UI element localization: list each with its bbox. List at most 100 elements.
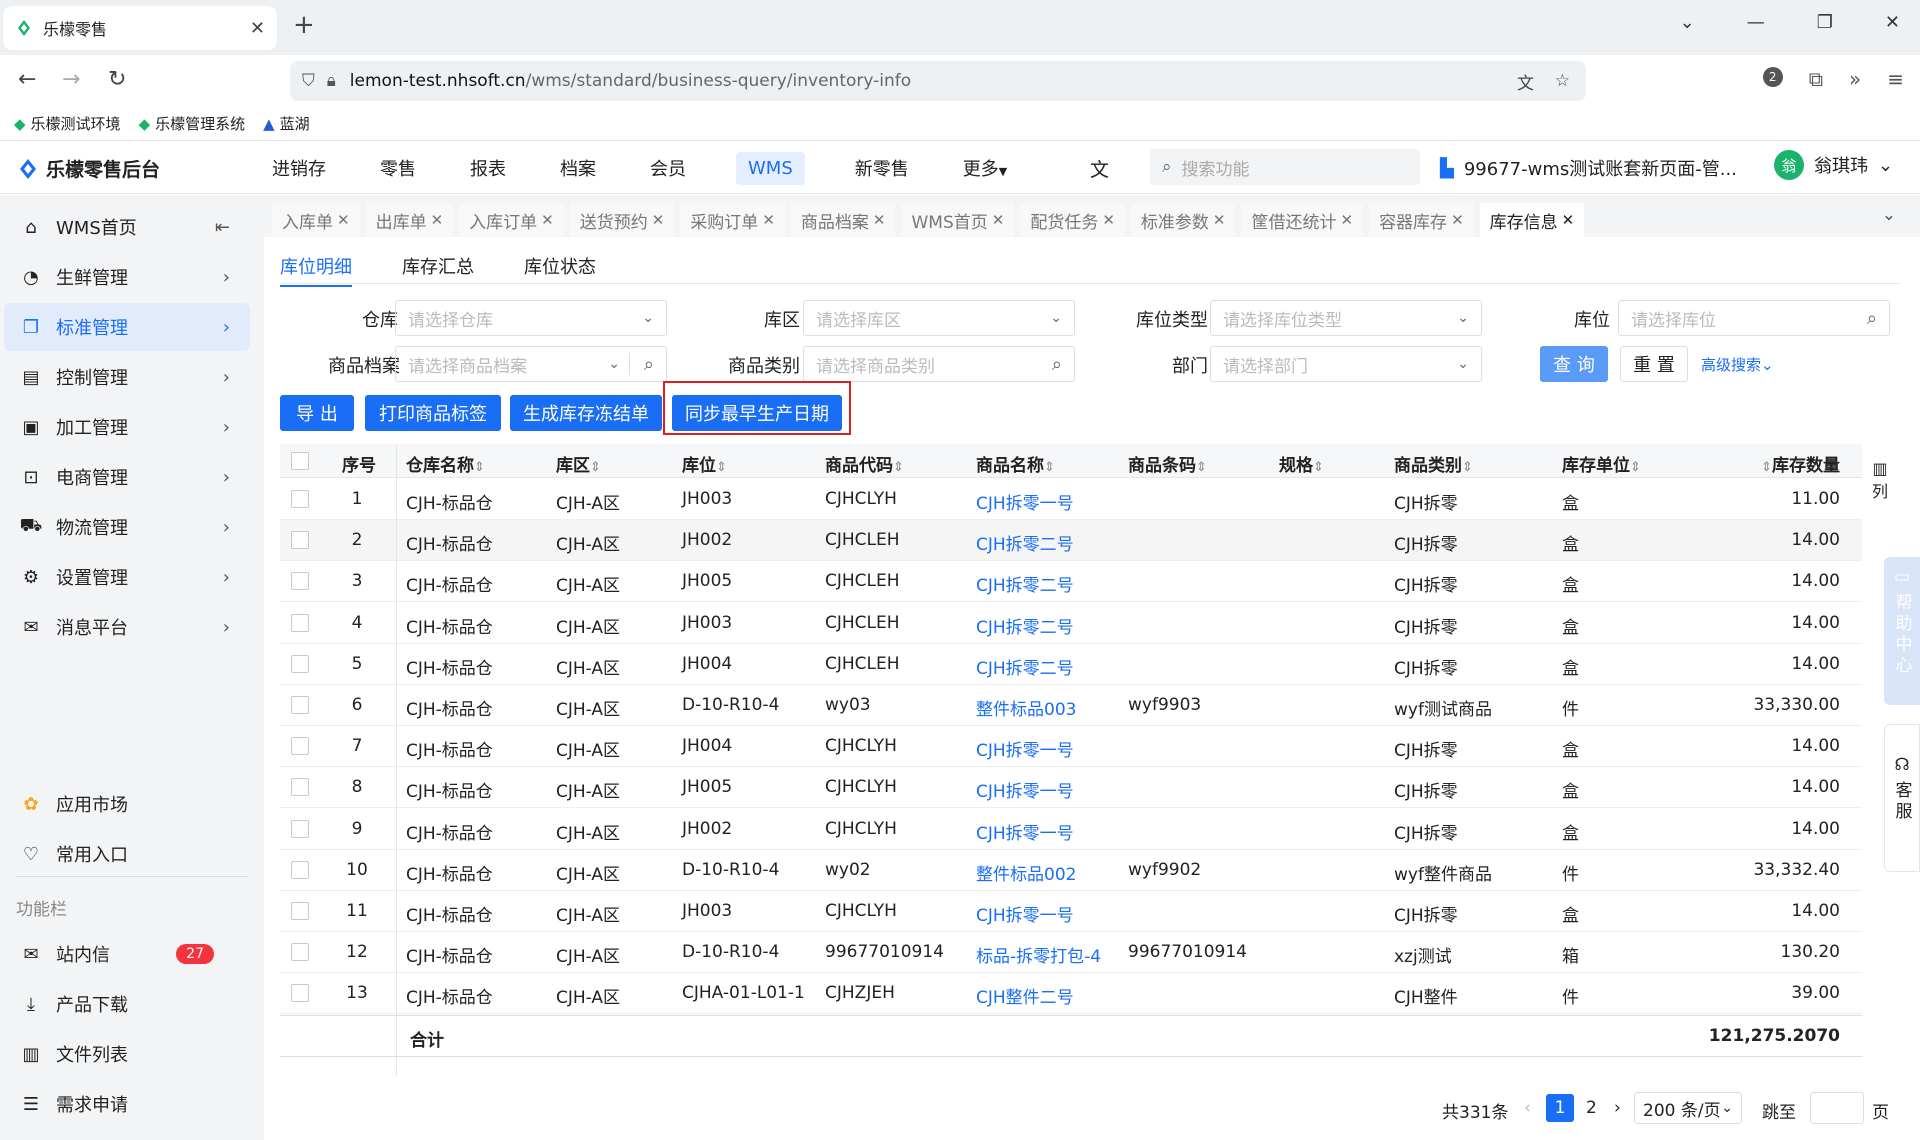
row-checkbox[interactable] [291, 737, 309, 756]
tab-location-status[interactable]: 库位状态 [524, 253, 596, 287]
close-icon[interactable]: ✕ [250, 18, 265, 39]
table-row[interactable]: 9 CJH-标品仓 CJH-A区 JH002 CJHCLYH CJH拆零一号 CJH拆零 盒 1… [280, 809, 1862, 850]
menu-icon[interactable]: ≡ [1887, 67, 1904, 91]
page-tab[interactable]: 入库单 ✕ [272, 203, 360, 237]
table-row[interactable]: 13 CJH-标品仓 CJH-A区 CJHA-01-L01-1 CJHZJEH CJH整件… [280, 973, 1862, 1015]
cell-product-name[interactable]: 标品-拆零打包-4 [976, 942, 1101, 967]
reset-button[interactable]: 重 置 [1620, 346, 1688, 382]
close-icon[interactable]: ✕ [431, 211, 444, 229]
row-checkbox[interactable] [291, 572, 309, 591]
column-settings[interactable]: ▥ 列 [1870, 459, 1890, 502]
back-icon[interactable]: ← [18, 67, 36, 92]
close-icon[interactable]: ✕ [1562, 211, 1575, 229]
row-checkbox[interactable] [291, 778, 309, 797]
prev-page-icon[interactable]: ‹ [1524, 1098, 1531, 1118]
new-tab-icon[interactable]: + [293, 10, 315, 40]
column-header[interactable]: 库区⇕ [556, 451, 601, 476]
page-tab[interactable]: 容器库存 ✕ [1369, 203, 1474, 237]
page-tab[interactable]: 出库单 ✕ [365, 203, 454, 237]
close-icon[interactable]: ✕ [1451, 211, 1464, 229]
row-checkbox[interactable] [291, 902, 309, 920]
table-row[interactable]: 5 CJH-标品仓 CJH-A区 JH004 CJHCLEH CJH拆零二号 CJH拆零 盒 1… [280, 644, 1862, 685]
dept-select[interactable]: 请选择部门 ⌄ [1210, 346, 1482, 382]
create-freeze-button[interactable]: 生成库存冻结单 [510, 395, 662, 431]
close-icon[interactable]: ✕ [541, 211, 554, 229]
page-size-select[interactable]: 200 条/页 ⌄ [1634, 1092, 1742, 1124]
column-header[interactable]: ⇕库存数量 [1761, 451, 1840, 476]
profile-badge[interactable]: 2 [1762, 67, 1783, 87]
bookmark-item[interactable]: ◆ 乐檬管理系统 [139, 113, 246, 134]
close-icon[interactable]: ✕ [1213, 211, 1226, 229]
table-row[interactable]: 7 CJH-标品仓 CJH-A区 JH004 CJHCLYH CJH拆零一号 CJH拆零 盒 1… [280, 726, 1862, 768]
print-label-button[interactable]: 打印商品标签 [365, 395, 501, 431]
page-tab[interactable]: 入库订单 ✕ [459, 203, 564, 237]
row-checkbox[interactable] [291, 531, 309, 550]
customer-service-button[interactable]: ☊ 客服 [1884, 724, 1920, 872]
cell-product-name[interactable]: 整件标品002 [976, 860, 1076, 885]
cell-product-name[interactable]: 整件标品003 [976, 695, 1076, 720]
nav-item-more[interactable]: 更多▼ [959, 151, 1011, 185]
tab-location-detail[interactable]: 库位明细 [280, 253, 352, 287]
chevron-down-icon[interactable]: ⌄ [1680, 12, 1695, 33]
collapse-sidebar-icon[interactable]: ⇤ [215, 217, 230, 238]
cell-product-name[interactable]: CJH整件二号 [976, 983, 1074, 1008]
table-row[interactable]: 6 CJH-标品仓 CJH-A区 D-10-R10-4 wy03 整件标品003 wyf99… [280, 685, 1862, 726]
table-row[interactable]: 4 CJH-标品仓 CJH-A区 JH003 CJHCLEH CJH拆零二号 CJH拆零 盒 1… [280, 603, 1862, 644]
close-icon[interactable]: ✕ [762, 211, 775, 229]
sidebar-item-wms-home[interactable]: ⌂ WMS首页 ⇤ [4, 203, 250, 251]
close-icon[interactable]: ✕ [992, 211, 1005, 229]
nav-item[interactable]: 报表 [466, 151, 510, 185]
tenant-switcher[interactable]: ▙ 99677-wms测试账套新页面-管... [1440, 155, 1737, 181]
column-header[interactable]: 规格⇕ [1279, 451, 1324, 476]
sidebar-item-process[interactable]: ▣ 加工管理 › [4, 403, 250, 451]
nav-item[interactable]: 会员 [646, 151, 690, 185]
column-header[interactable]: 商品名称⇕ [976, 451, 1055, 476]
column-header[interactable]: 商品类别⇕ [1394, 451, 1473, 476]
close-icon[interactable]: ✕ [1102, 211, 1115, 229]
cell-product-name[interactable]: CJH拆零二号 [976, 654, 1074, 679]
restore-icon[interactable]: ❐ [1817, 12, 1833, 33]
sidebar-item-control[interactable]: ▤ 控制管理 › [4, 353, 250, 401]
column-header[interactable]: 库位⇕ [682, 451, 727, 476]
sidebar-item-download[interactable]: ⤓ 产品下载 [4, 980, 250, 1028]
sidebar-item-app-market[interactable]: ✿ 应用市场 [4, 780, 250, 828]
row-checkbox[interactable] [291, 696, 309, 714]
advanced-search-link[interactable]: 高级搜索⌄ [1701, 354, 1774, 375]
location-input[interactable]: 请选择库位 ⌕ [1618, 300, 1890, 336]
close-icon[interactable]: ✕ [873, 211, 886, 229]
bookmark-item[interactable]: ▲ 蓝湖 [263, 113, 310, 134]
table-row[interactable]: 3 CJH-标品仓 CJH-A区 JH005 CJHCLEH CJH拆零二号 CJH拆零 盒 1… [280, 561, 1862, 603]
cell-product-name[interactable]: CJH拆零一号 [976, 489, 1074, 514]
help-center-button[interactable]: ▭ 帮助中心 [1884, 557, 1920, 705]
nav-item[interactable]: 零售 [376, 151, 420, 185]
jump-page-input[interactable] [1810, 1092, 1864, 1124]
row-checkbox[interactable] [291, 860, 309, 879]
row-checkbox[interactable] [291, 654, 309, 673]
page-2[interactable]: 2 [1586, 1098, 1597, 1118]
page-tab[interactable]: 筐借还统计 ✕ [1241, 203, 1364, 237]
language-icon[interactable]: 文 [1090, 155, 1109, 182]
table-row[interactable]: 2 CJH-标品仓 CJH-A区 JH002 CJHCLEH CJH拆零二号 CJH拆零 盒 1… [280, 520, 1862, 562]
extensions-icon[interactable]: ⧉ [1809, 67, 1823, 91]
tab-inventory-summary[interactable]: 库存汇总 [402, 253, 474, 287]
column-header[interactable]: 仓库名称⇕ [406, 451, 485, 476]
table-row[interactable]: 12 CJH-标品仓 CJH-A区 D-10-R10-4 99677010914 标品-拆… [280, 932, 1862, 974]
close-icon[interactable]: ✕ [652, 211, 665, 229]
minimize-icon[interactable]: — [1747, 12, 1765, 33]
app-logo[interactable]: 乐檬零售后台 [18, 155, 160, 182]
location-type-select[interactable]: 请选择库位类型 ⌄ [1210, 300, 1482, 336]
cell-product-name[interactable]: CJH拆零二号 [976, 613, 1074, 638]
page-tab[interactable]: 标准参数 ✕ [1130, 203, 1236, 237]
user-menu[interactable]: 翁 翁琪玮 ⌄ [1774, 150, 1893, 180]
page-tab[interactable]: 采购订单 ✕ [680, 203, 785, 237]
reload-icon[interactable]: ↻ [108, 67, 126, 92]
sidebar-item-standard[interactable]: ❐ 标准管理 › [4, 303, 250, 351]
select-all-checkbox[interactable] [291, 452, 309, 470]
star-icon[interactable]: ☆ [1555, 71, 1570, 91]
cell-product-name[interactable]: CJH拆零一号 [976, 736, 1074, 761]
bookmark-item[interactable]: ◆ 乐檬测试环境 [14, 113, 121, 134]
export-button[interactable]: 导 出 [280, 395, 354, 431]
function-search-input[interactable]: ⌕ 搜索功能 [1150, 149, 1420, 185]
sidebar-item-ecommerce[interactable]: ⊡ 电商管理 › [4, 453, 250, 501]
category-input[interactable]: 请选择商品类别 ⌕ [803, 346, 1075, 382]
